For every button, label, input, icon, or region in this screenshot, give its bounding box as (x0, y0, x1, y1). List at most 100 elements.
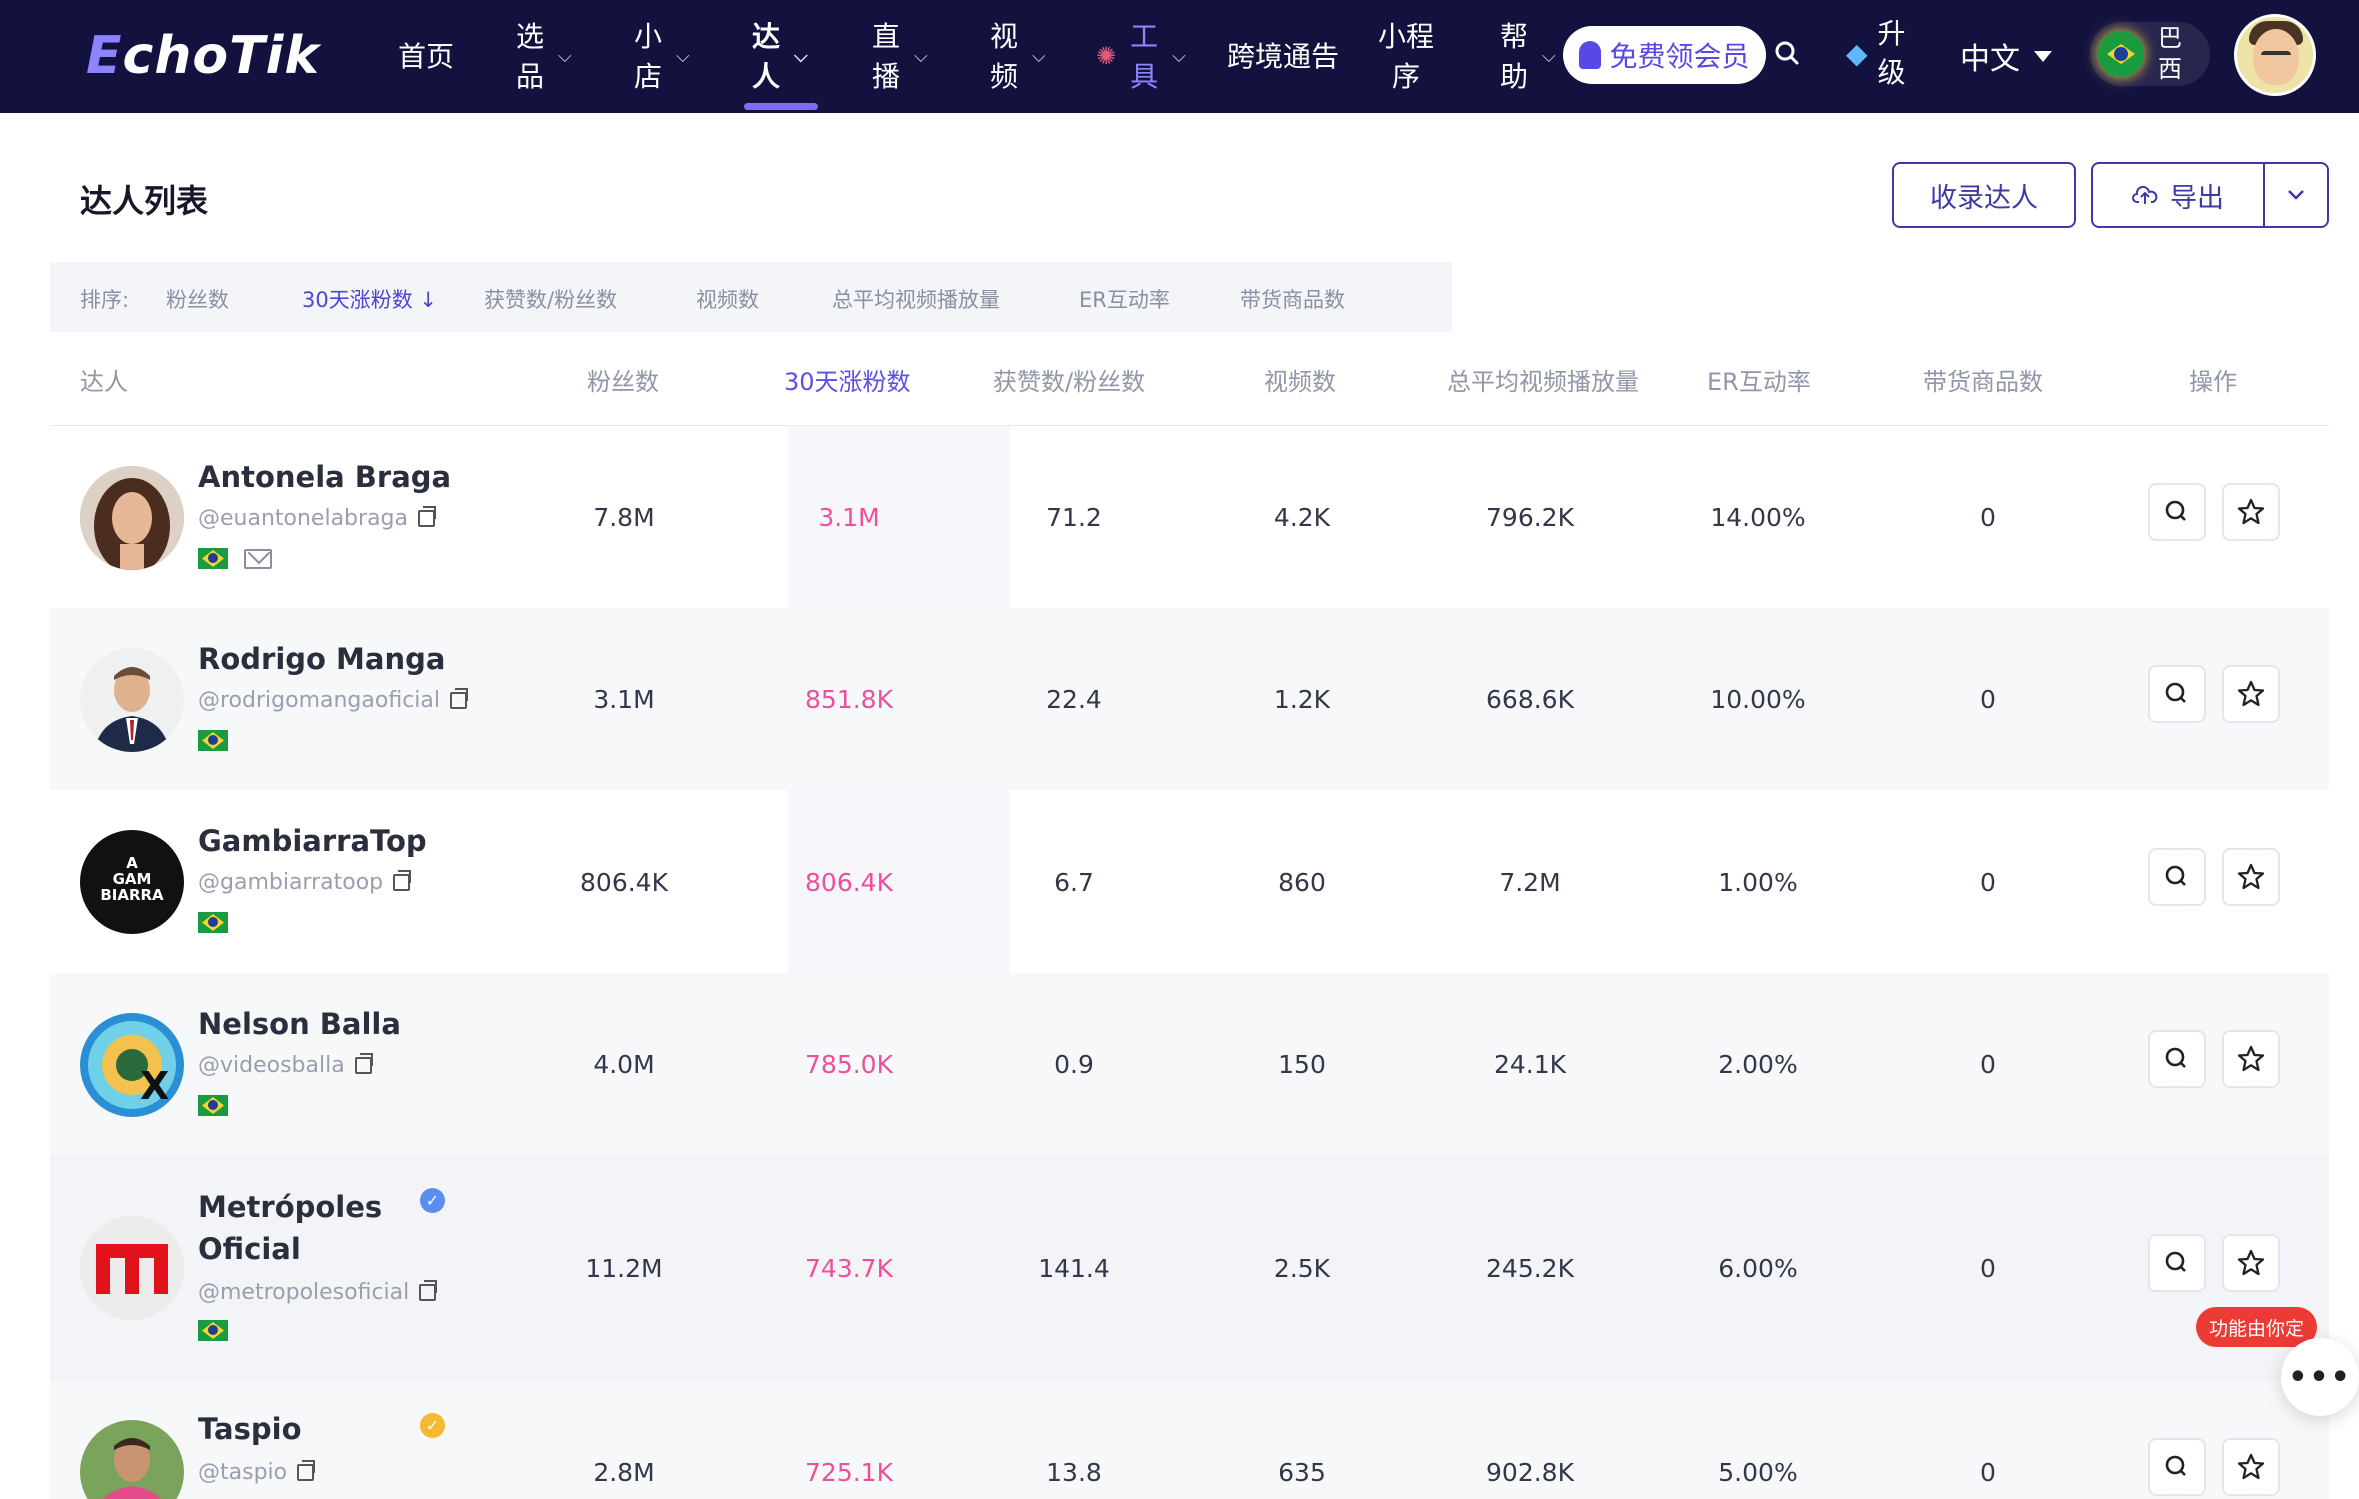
videos-value: 635 (1278, 1458, 1326, 1487)
upgrade-button[interactable]: ◆ 升级 (1846, 14, 1906, 92)
nav-help[interactable]: 帮助 ⌵ (1500, 0, 1556, 113)
verified-badge-icon: ✓ (420, 1188, 445, 1213)
er-value: 2.00% (1718, 1050, 1798, 1079)
influencer-name[interactable]: Antonela Braga (198, 456, 451, 498)
avatar[interactable]: X (80, 1013, 184, 1117)
chevron-down-icon: ⌵ (558, 45, 572, 67)
star-icon (2237, 680, 2265, 707)
column-header-influencer: 达人 (80, 368, 128, 396)
user-avatar[interactable] (2234, 14, 2316, 96)
chevron-down-icon: ⌵ (1542, 45, 1556, 67)
sort-videos[interactable]: 视频数 (696, 284, 759, 314)
copy-icon[interactable] (450, 688, 468, 709)
avg-views-value: 902.8K (1486, 1458, 1574, 1487)
gambiarra-logo: A GAM BIARRA (100, 854, 164, 904)
growth-30d-value: 3.1M (818, 503, 880, 532)
copy-icon[interactable] (354, 1053, 373, 1074)
page-title: 达人列表 (80, 182, 209, 220)
star-icon (2237, 1249, 2265, 1276)
column-header-er[interactable]: ER互动率 (1707, 362, 1811, 397)
collect-influencer-button[interactable]: 收录达人 (1892, 162, 2076, 228)
search-button[interactable] (2148, 848, 2206, 906)
avatar[interactable] (80, 1216, 184, 1320)
diamond-icon: ◆ (1846, 36, 1868, 70)
column-header-actions: 操作 (2189, 368, 2237, 396)
language-selector[interactable]: 中文 (1960, 34, 2052, 78)
search-button[interactable] (2148, 1438, 2206, 1496)
search-icon (2165, 682, 2186, 703)
search-button[interactable] (2148, 483, 2206, 541)
search-button[interactable] (2148, 1234, 2206, 1292)
column-header-products[interactable]: 带货商品数 (1923, 362, 2043, 397)
influencer-handle: @euantonelabraga (198, 506, 436, 531)
nav-live[interactable]: 直播 ⌵ (872, 0, 928, 113)
sort-avg-views[interactable]: 总平均视频播放量 (832, 284, 1000, 314)
region-selector[interactable]: 巴西 (2090, 22, 2210, 86)
search-button[interactable] (2148, 665, 2206, 723)
favorite-button[interactable] (2222, 1438, 2280, 1496)
favorite-button[interactable] (2222, 848, 2280, 906)
nav-influencer[interactable]: 达人 ⌵ (752, 0, 808, 113)
nav-crossborder[interactable]: 跨境通告 (1227, 0, 1339, 113)
copy-icon[interactable] (419, 1280, 438, 1301)
nav-miniprogram[interactable]: 小程序 (1378, 0, 1434, 113)
search-icon (2165, 1047, 2186, 1068)
influencer-handle: @gambiarratoop (198, 870, 412, 895)
avatar[interactable]: A GAM BIARRA (80, 830, 184, 934)
influencer-name[interactable]: Metrópoles Oficial (198, 1186, 382, 1270)
favorite-button[interactable] (2222, 1030, 2280, 1088)
favorite-button[interactable] (2222, 665, 2280, 723)
free-member-button[interactable]: 免费领会员 (1563, 26, 1766, 84)
sort-er[interactable]: ER互动率 (1079, 284, 1170, 314)
echotik-logo[interactable]: EchoTik (86, 26, 320, 86)
products-value: 0 (1980, 503, 1996, 532)
sort-label: 排序: (80, 288, 130, 312)
search-icon (2165, 1251, 2186, 1272)
avatar-image (80, 648, 184, 752)
search-icon[interactable] (1772, 38, 1802, 68)
sort-followers[interactable]: 粉丝数 (166, 284, 229, 314)
search-button[interactable] (2148, 1030, 2206, 1088)
avatar[interactable] (80, 648, 184, 752)
copy-icon[interactable] (393, 870, 412, 891)
feature-request-tag[interactable]: 功能由你定 (2196, 1307, 2317, 1347)
influencer-name[interactable]: GambiarraTop (198, 820, 427, 862)
column-header-likes-ratio[interactable]: 获赞数/粉丝数 (993, 362, 1145, 397)
star-icon (2237, 498, 2265, 525)
sort-likes-ratio[interactable]: 获赞数/粉丝数 (484, 284, 617, 314)
nav-video[interactable]: 视频 ⌵ (990, 0, 1046, 113)
brazil-flag-icon (198, 1320, 228, 1341)
column-header-growth-30d[interactable]: 30天涨粉数 (784, 362, 911, 397)
mail-icon[interactable] (244, 549, 272, 569)
sort-growth-30d[interactable]: 30天涨粉数 ↓ (302, 284, 437, 314)
avatar[interactable] (80, 466, 184, 570)
chevron-down-icon: ⌵ (1172, 45, 1186, 67)
influencer-name[interactable]: Rodrigo Manga (198, 638, 445, 680)
copy-icon[interactable] (418, 506, 436, 527)
likes-ratio-value: 0.9 (1054, 1050, 1094, 1079)
more-options-button[interactable]: ••• (2281, 1338, 2359, 1416)
growth-30d-value: 743.7K (805, 1254, 893, 1283)
influencer-name[interactable]: Taspio (198, 1408, 302, 1450)
sort-bar: 排序: 粉丝数 30天涨粉数 ↓ 获赞数/粉丝数 视频数 总平均视频播放量 ER… (50, 262, 1452, 332)
nav-tools[interactable]: ✺ 工具 ⌵ (1096, 0, 1186, 113)
sort-products[interactable]: 带货商品数 (1240, 284, 1345, 314)
search-icon (2165, 1455, 2186, 1476)
column-header-avg-views[interactable]: 总平均视频播放量 (1447, 362, 1639, 397)
export-dropdown-button[interactable] (2263, 162, 2329, 228)
copy-icon[interactable] (297, 1460, 316, 1481)
nav-product-select[interactable]: 选品 ⌵ (516, 0, 572, 113)
er-value: 10.00% (1710, 685, 1806, 714)
column-header-followers[interactable]: 粉丝数 (587, 362, 659, 397)
likes-ratio-value: 71.2 (1046, 503, 1102, 532)
products-value: 0 (1980, 685, 1996, 714)
export-button[interactable]: 导出 (2091, 162, 2265, 228)
influencer-name[interactable]: Nelson Balla (198, 1003, 401, 1045)
column-header-videos[interactable]: 视频数 (1264, 362, 1336, 397)
nav-home[interactable]: 首页 (398, 0, 454, 113)
brazil-flag-icon (198, 912, 228, 933)
nav-shop[interactable]: 小店 ⌵ (634, 0, 690, 113)
favorite-button[interactable] (2222, 1234, 2280, 1292)
videos-value: 150 (1278, 1050, 1326, 1079)
favorite-button[interactable] (2222, 483, 2280, 541)
